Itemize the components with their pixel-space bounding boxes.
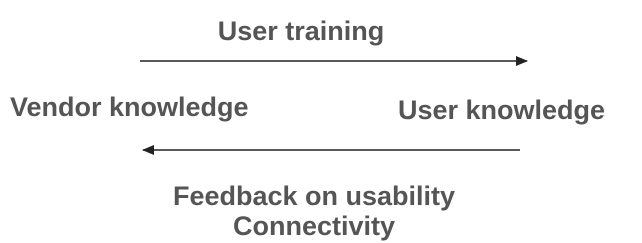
top-label-user-training: User training <box>217 16 385 46</box>
bottom-label-connectivity: Connectivity <box>232 211 396 241</box>
right-label-user-knowledge: User knowledge <box>398 95 606 125</box>
bottom-label-feedback: Feedback on usability <box>172 181 456 211</box>
left-label-vendor-knowledge: Vendor knowledge <box>10 92 249 122</box>
diagram-canvas: User training Vendor knowledge User know… <box>0 0 642 243</box>
